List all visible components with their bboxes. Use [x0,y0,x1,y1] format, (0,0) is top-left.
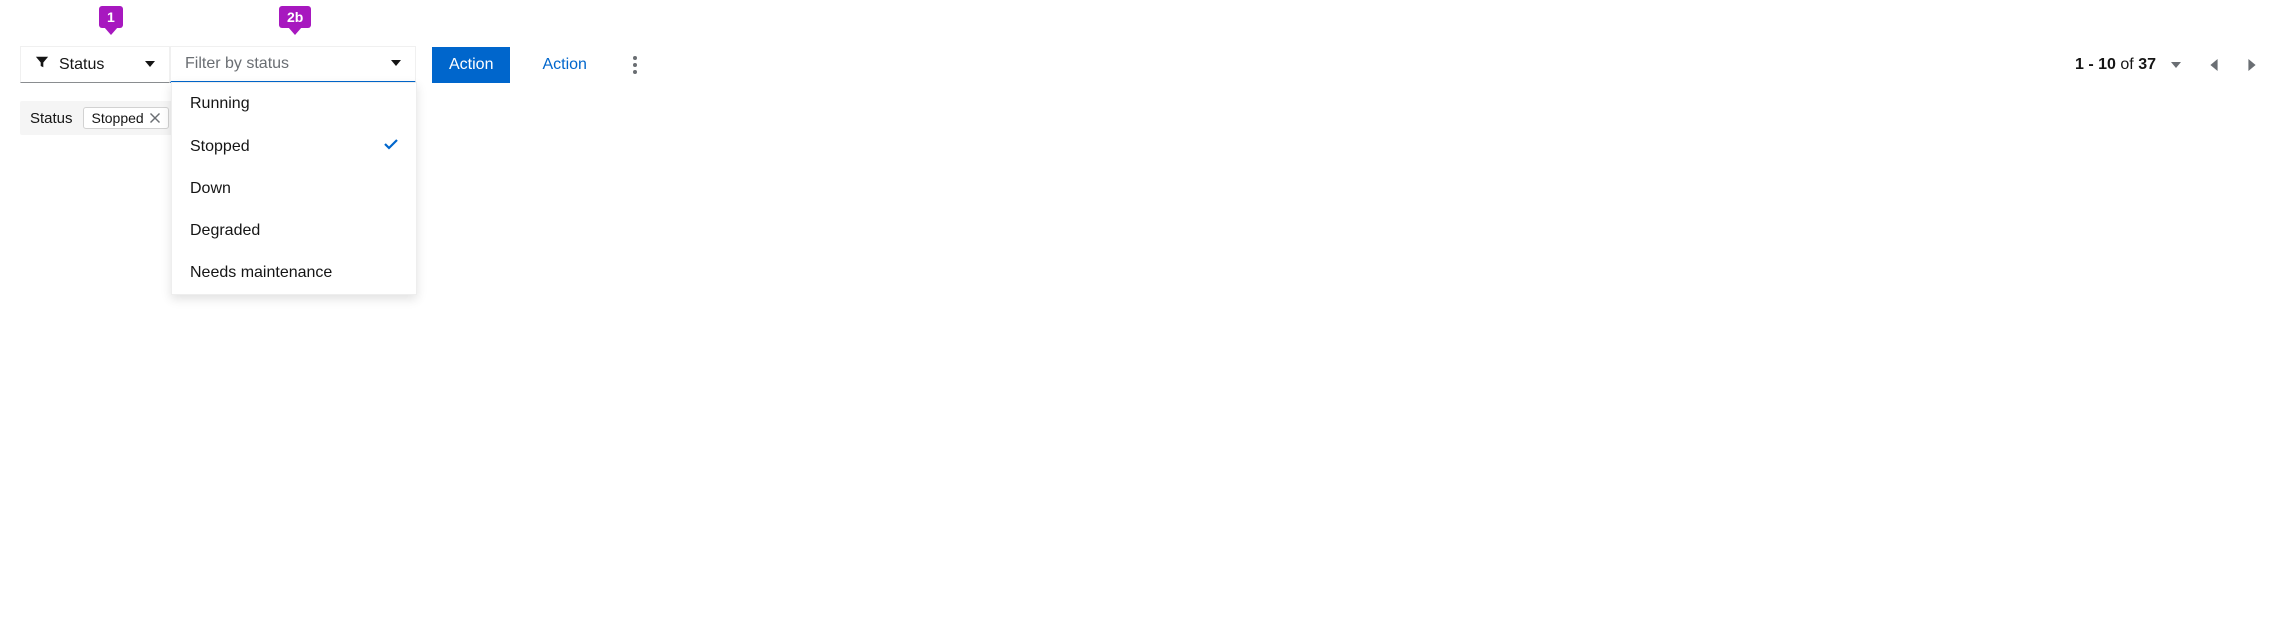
filter-attribute-select[interactable]: Status [20,46,170,83]
caret-down-icon [2166,55,2186,75]
dropdown-option-label: Down [190,180,231,198]
dropdown-option[interactable]: Running [172,83,416,125]
filter-icon [35,55,49,74]
filter-chip: Stopped [83,107,169,129]
filter-value-select[interactable]: Filter by status RunningStoppedDownDegra… [170,46,416,83]
status-dropdown-menu: Running Stopped Down Degraded Needs maintena… [171,82,417,295]
chip-group-label: Status [30,110,75,127]
chip-label: Stopped [92,110,144,126]
pagination-range-select[interactable]: 1 - 10 of 37 [2075,55,2186,75]
callout-2b: 2b [279,6,311,28]
primary-action-button[interactable]: Action [432,47,510,83]
dropdown-option[interactable]: Needs maintenance [172,252,416,294]
dropdown-option[interactable]: Down [172,168,416,210]
pagination-range: 1 - 10 of 37 [2075,56,2156,74]
callout-1: 1 [99,6,123,28]
pagination-prev-button[interactable] [2204,55,2224,75]
caret-down-icon [145,56,155,74]
dropdown-option-label: Needs maintenance [190,264,332,282]
dropdown-option-label: Running [190,95,250,113]
pagination: 1 - 10 of 37 [2075,55,2262,75]
filter-attribute-label: Status [59,56,135,74]
chip-remove-button[interactable] [150,113,160,123]
pagination-next-button[interactable] [2242,55,2262,75]
dropdown-option[interactable]: Stopped [172,125,416,168]
toolbar: Status Filter by status RunningStoppedDo… [20,46,2262,83]
dropdown-option-label: Degraded [190,222,260,240]
filter-value-placeholder: Filter by status [185,55,289,73]
dropdown-option-label: Stopped [190,138,250,156]
filter-selects: Status Filter by status RunningStoppedDo… [20,46,416,83]
caret-down-icon [391,55,401,73]
checkmark-icon [384,137,398,156]
dropdown-option[interactable]: Degraded [172,210,416,252]
kebab-menu-button[interactable] [619,49,651,81]
secondary-action-button[interactable]: Action [526,48,602,82]
